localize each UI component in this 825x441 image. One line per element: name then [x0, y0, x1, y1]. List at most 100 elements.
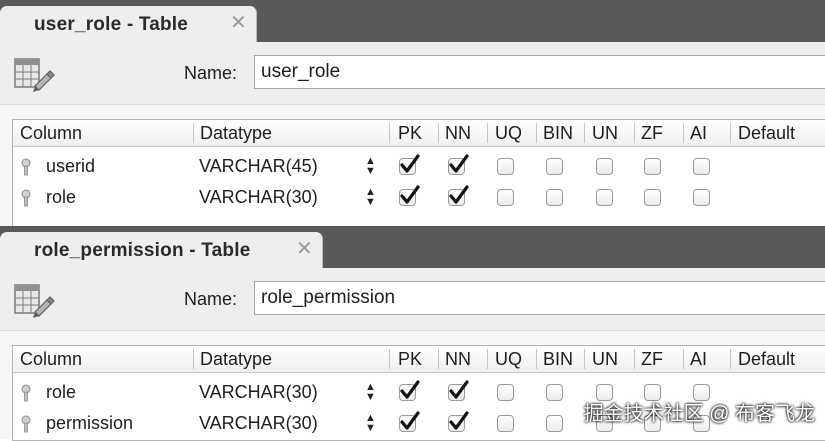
flag-checkbox[interactable] [399, 154, 420, 175]
flag-checkbox[interactable] [546, 384, 563, 401]
flag-checkbox[interactable] [644, 189, 661, 206]
checkmark-icon [400, 380, 420, 399]
header-separator [193, 123, 194, 143]
close-icon[interactable]: ✕ [230, 13, 247, 33]
header-un[interactable]: UN [592, 349, 618, 370]
key-icon [21, 384, 31, 402]
flag-checkbox[interactable] [497, 189, 514, 206]
close-icon[interactable]: ✕ [296, 239, 313, 259]
table-row[interactable]: userid VARCHAR(45) ▲ ▼ [13, 151, 825, 182]
checkmark-icon [449, 185, 469, 204]
stepper-icon[interactable]: ▲ ▼ [365, 382, 376, 403]
header-nn[interactable]: NN [445, 349, 471, 370]
table-icon [14, 58, 55, 92]
header-default[interactable]: Default [738, 349, 795, 370]
header-ai[interactable]: AI [690, 349, 707, 370]
flag-checkbox[interactable] [693, 158, 710, 175]
header-separator [536, 123, 537, 143]
datatype-cell[interactable]: VARCHAR(30) [199, 382, 318, 403]
flag-checkbox[interactable] [497, 415, 514, 432]
flag-checkbox[interactable] [448, 154, 469, 175]
flag-checkbox[interactable] [596, 158, 613, 175]
header-nn[interactable]: NN [445, 123, 471, 144]
header-separator [438, 123, 439, 143]
header-zf[interactable]: ZF [641, 123, 663, 144]
grid-header: Column Datatype PK NN UQ BIN UN ZF AI De… [13, 346, 825, 373]
header-separator [438, 349, 439, 369]
tab-title: role_permission - Table [34, 240, 251, 261]
header-uq[interactable]: UQ [495, 123, 522, 144]
flag-checkbox[interactable] [448, 380, 469, 401]
header-datatype[interactable]: Datatype [200, 123, 272, 144]
checkmark-icon [400, 185, 420, 204]
header-separator [634, 123, 635, 143]
flag-checkbox[interactable] [546, 415, 563, 432]
flag-checkbox[interactable] [448, 411, 469, 432]
header-zf[interactable]: ZF [641, 349, 663, 370]
header-separator [536, 349, 537, 369]
datatype-cell[interactable]: VARCHAR(45) [199, 156, 318, 177]
header-column[interactable]: Column [20, 349, 82, 370]
tab-user-role[interactable]: user_role - Table ✕ [0, 6, 257, 42]
name-label: Name: [184, 289, 238, 309]
datatype-cell[interactable]: VARCHAR(30) [199, 187, 318, 208]
flag-checkbox[interactable] [399, 380, 420, 401]
checkmark-icon [449, 411, 469, 430]
stepper-icon[interactable]: ▲ ▼ [365, 187, 376, 208]
header-separator [730, 349, 731, 369]
flag-checkbox[interactable] [497, 158, 514, 175]
header-datatype[interactable]: Datatype [200, 349, 272, 370]
table-name-input[interactable] [254, 55, 825, 89]
stepper-icon[interactable]: ▲ ▼ [365, 156, 376, 177]
flag-checkbox[interactable] [693, 189, 710, 206]
header-separator [584, 349, 585, 369]
column-name-cell[interactable]: permission [46, 413, 133, 434]
checkmark-icon [449, 154, 469, 173]
tab-title: user_role - Table [34, 14, 189, 35]
watermark: 掘金技术社区 @ 布客飞龙 [583, 403, 815, 425]
flag-checkbox[interactable] [448, 185, 469, 206]
name-bar: Name: [0, 268, 825, 331]
header-pk[interactable]: PK [398, 123, 422, 144]
table-icon [14, 284, 55, 318]
stepper-icon[interactable]: ▲ ▼ [365, 413, 376, 434]
header-bin[interactable]: BIN [543, 349, 573, 370]
tab-bar: user_role - Table ✕ [0, 0, 825, 42]
header-un[interactable]: UN [592, 123, 618, 144]
header-ai[interactable]: AI [690, 123, 707, 144]
checkmark-icon [400, 411, 420, 430]
column-name-cell[interactable]: role [46, 382, 76, 403]
header-separator [634, 349, 635, 369]
header-default[interactable]: Default [738, 123, 795, 144]
flag-checkbox[interactable] [399, 411, 420, 432]
header-separator [683, 349, 684, 369]
table-row[interactable]: role VARCHAR(30) ▲ ▼ [13, 182, 825, 213]
flag-checkbox[interactable] [497, 384, 514, 401]
key-icon [21, 158, 31, 176]
header-uq[interactable]: UQ [495, 349, 522, 370]
header-separator [487, 123, 488, 143]
columns-area: Column Datatype PK NN UQ BIN UN ZF AI De… [0, 105, 825, 230]
datatype-cell[interactable]: VARCHAR(30) [199, 413, 318, 434]
flag-checkbox[interactable] [399, 185, 420, 206]
column-name-cell[interactable]: userid [46, 156, 95, 177]
header-column[interactable]: Column [20, 123, 82, 144]
checkmark-icon [449, 380, 469, 399]
tab-role-permission[interactable]: role_permission - Table ✕ [0, 232, 323, 268]
flag-checkbox[interactable] [546, 158, 563, 175]
columns-grid: Column Datatype PK NN UQ BIN UN ZF AI De… [12, 119, 825, 230]
table-name-input[interactable] [254, 281, 825, 315]
header-separator [389, 349, 390, 369]
header-bin[interactable]: BIN [543, 123, 573, 144]
header-pk[interactable]: PK [398, 349, 422, 370]
flag-checkbox[interactable] [546, 189, 563, 206]
flag-checkbox[interactable] [596, 189, 613, 206]
key-icon [21, 415, 31, 433]
columns-grid: Column Datatype PK NN UQ BIN UN ZF AI De… [12, 345, 825, 441]
header-separator [487, 349, 488, 369]
checkmark-icon [400, 154, 420, 173]
flag-checkbox[interactable] [644, 158, 661, 175]
header-separator [193, 349, 194, 369]
column-name-cell[interactable]: role [46, 187, 76, 208]
header-separator [389, 123, 390, 143]
